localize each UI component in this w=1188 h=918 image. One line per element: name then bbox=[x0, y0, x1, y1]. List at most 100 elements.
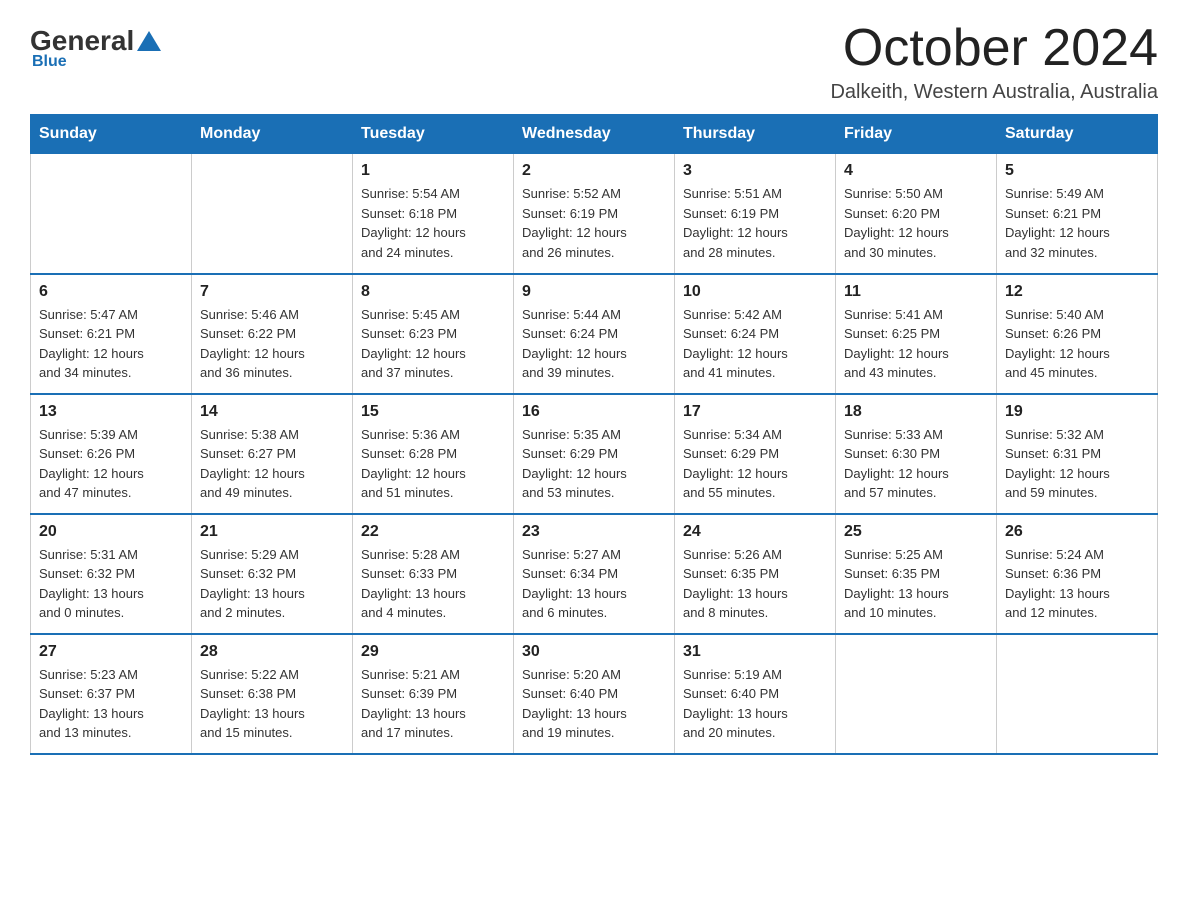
day-number: 21 bbox=[200, 523, 344, 541]
day-number: 28 bbox=[200, 643, 344, 661]
logo-triangle-icon bbox=[137, 31, 161, 51]
calendar-cell: 16Sunrise: 5:35 AMSunset: 6:29 PMDayligh… bbox=[514, 394, 675, 514]
day-info: Sunrise: 5:29 AMSunset: 6:32 PMDaylight:… bbox=[200, 545, 344, 623]
calendar-cell: 11Sunrise: 5:41 AMSunset: 6:25 PMDayligh… bbox=[836, 274, 997, 394]
logo-blue-text: Blue bbox=[32, 53, 67, 71]
calendar-cell: 10 Sunrise: 5:42 AMSunset: 6:24 PMDayligh… bbox=[675, 274, 836, 394]
day-info: Sunrise: 5:39 AMSunset: 6:26 PMDaylight:… bbox=[39, 425, 183, 503]
calendar-week-row: 13 Sunrise: 5:39 AMSunset: 6:26 PMDayligh… bbox=[31, 394, 1158, 514]
day-number: 13 bbox=[39, 403, 183, 421]
title-section: October 2024 Dalkeith, Western Australia… bbox=[830, 20, 1158, 104]
day-info: Sunrise: 5:21 AMSunset: 6:39 PMDaylight:… bbox=[361, 665, 505, 743]
day-info: Sunrise: 5:22 AMSunset: 6:38 PMDaylight:… bbox=[200, 665, 344, 743]
calendar-week-row: 27 Sunrise: 5:23 AMSunset: 6:37 PMDayligh… bbox=[31, 634, 1158, 754]
day-info: Sunrise: 5:50 AMSunset: 6:20 PMDaylight:… bbox=[844, 184, 988, 262]
day-number: 14 bbox=[200, 403, 344, 421]
day-number: 8 bbox=[361, 283, 505, 301]
calendar-cell: 5Sunrise: 5:49 AMSunset: 6:21 PMDaylight… bbox=[997, 154, 1158, 274]
day-number: 16 bbox=[522, 403, 666, 421]
day-number: 11 bbox=[844, 283, 988, 301]
calendar-cell: 6Sunrise: 5:47 AMSunset: 6:21 PMDaylight… bbox=[31, 274, 192, 394]
calendar-cell bbox=[997, 634, 1158, 754]
calendar-cell: 30 Sunrise: 5:20 AMSunset: 6:40 PMDayligh… bbox=[514, 634, 675, 754]
calendar-table: SundayMondayTuesdayWednesdayThursdayFrid… bbox=[30, 114, 1158, 755]
calendar-cell: 3 Sunrise: 5:51 AMSunset: 6:19 PMDaylight… bbox=[675, 154, 836, 274]
day-info: Sunrise: 5:49 AMSunset: 6:21 PMDaylight:… bbox=[1005, 184, 1149, 262]
day-of-week-header: Thursday bbox=[675, 115, 836, 154]
day-number: 1 bbox=[361, 162, 505, 180]
day-number: 22 bbox=[361, 523, 505, 541]
day-info: Sunrise: 5:42 AMSunset: 6:24 PMDaylight:… bbox=[683, 305, 827, 383]
calendar-cell: 4 Sunrise: 5:50 AMSunset: 6:20 PMDaylight… bbox=[836, 154, 997, 274]
calendar-cell: 8 Sunrise: 5:45 AMSunset: 6:23 PMDaylight… bbox=[353, 274, 514, 394]
day-number: 2 bbox=[522, 162, 666, 180]
day-number: 27 bbox=[39, 643, 183, 661]
day-number: 4 bbox=[844, 162, 988, 180]
day-info: Sunrise: 5:32 AMSunset: 6:31 PMDaylight:… bbox=[1005, 425, 1149, 503]
calendar-cell: 22 Sunrise: 5:28 AMSunset: 6:33 PMDayligh… bbox=[353, 514, 514, 634]
calendar-cell: 27 Sunrise: 5:23 AMSunset: 6:37 PMDayligh… bbox=[31, 634, 192, 754]
calendar-cell: 28 Sunrise: 5:22 AMSunset: 6:38 PMDayligh… bbox=[192, 634, 353, 754]
day-info: Sunrise: 5:28 AMSunset: 6:33 PMDaylight:… bbox=[361, 545, 505, 623]
calendar-cell: 12Sunrise: 5:40 AMSunset: 6:26 PMDayligh… bbox=[997, 274, 1158, 394]
day-number: 20 bbox=[39, 523, 183, 541]
calendar-cell: 2 Sunrise: 5:52 AMSunset: 6:19 PMDaylight… bbox=[514, 154, 675, 274]
day-number: 7 bbox=[200, 283, 344, 301]
day-number: 12 bbox=[1005, 283, 1149, 301]
calendar-week-row: 6Sunrise: 5:47 AMSunset: 6:21 PMDaylight… bbox=[31, 274, 1158, 394]
calendar-cell: 24 Sunrise: 5:26 AMSunset: 6:35 PMDayligh… bbox=[675, 514, 836, 634]
day-info: Sunrise: 5:19 AMSunset: 6:40 PMDaylight:… bbox=[683, 665, 827, 743]
day-info: Sunrise: 5:26 AMSunset: 6:35 PMDaylight:… bbox=[683, 545, 827, 623]
calendar-week-row: 1Sunrise: 5:54 AMSunset: 6:18 PMDaylight… bbox=[31, 154, 1158, 274]
day-info: Sunrise: 5:44 AMSunset: 6:24 PMDaylight:… bbox=[522, 305, 666, 383]
day-info: Sunrise: 5:25 AMSunset: 6:35 PMDaylight:… bbox=[844, 545, 988, 623]
calendar-cell: 17Sunrise: 5:34 AMSunset: 6:29 PMDayligh… bbox=[675, 394, 836, 514]
calendar-cell: 9 Sunrise: 5:44 AMSunset: 6:24 PMDaylight… bbox=[514, 274, 675, 394]
calendar-cell: 19 Sunrise: 5:32 AMSunset: 6:31 PMDayligh… bbox=[997, 394, 1158, 514]
day-number: 29 bbox=[361, 643, 505, 661]
calendar-cell: 31 Sunrise: 5:19 AMSunset: 6:40 PMDayligh… bbox=[675, 634, 836, 754]
day-info: Sunrise: 5:33 AMSunset: 6:30 PMDaylight:… bbox=[844, 425, 988, 503]
day-info: Sunrise: 5:20 AMSunset: 6:40 PMDaylight:… bbox=[522, 665, 666, 743]
calendar-cell bbox=[192, 154, 353, 274]
day-number: 9 bbox=[522, 283, 666, 301]
day-of-week-header: Friday bbox=[836, 115, 997, 154]
calendar-week-row: 20Sunrise: 5:31 AMSunset: 6:32 PMDayligh… bbox=[31, 514, 1158, 634]
day-number: 10 bbox=[683, 283, 827, 301]
month-title: October 2024 bbox=[830, 20, 1158, 77]
calendar-cell: 25 Sunrise: 5:25 AMSunset: 6:35 PMDayligh… bbox=[836, 514, 997, 634]
page-header: General Blue October 2024 Dalkeith, West… bbox=[30, 20, 1158, 104]
day-number: 25 bbox=[844, 523, 988, 541]
day-of-week-header: Wednesday bbox=[514, 115, 675, 154]
day-number: 19 bbox=[1005, 403, 1149, 421]
day-number: 3 bbox=[683, 162, 827, 180]
calendar-cell: 26 Sunrise: 5:24 AMSunset: 6:36 PMDayligh… bbox=[997, 514, 1158, 634]
calendar-cell: 14 Sunrise: 5:38 AMSunset: 6:27 PMDayligh… bbox=[192, 394, 353, 514]
day-info: Sunrise: 5:51 AMSunset: 6:19 PMDaylight:… bbox=[683, 184, 827, 262]
calendar-cell: 21 Sunrise: 5:29 AMSunset: 6:32 PMDayligh… bbox=[192, 514, 353, 634]
day-info: Sunrise: 5:47 AMSunset: 6:21 PMDaylight:… bbox=[39, 305, 183, 383]
day-number: 23 bbox=[522, 523, 666, 541]
day-info: Sunrise: 5:46 AMSunset: 6:22 PMDaylight:… bbox=[200, 305, 344, 383]
day-number: 31 bbox=[683, 643, 827, 661]
day-info: Sunrise: 5:24 AMSunset: 6:36 PMDaylight:… bbox=[1005, 545, 1149, 623]
calendar-cell: 13 Sunrise: 5:39 AMSunset: 6:26 PMDayligh… bbox=[31, 394, 192, 514]
calendar-cell: 7 Sunrise: 5:46 AMSunset: 6:22 PMDaylight… bbox=[192, 274, 353, 394]
day-info: Sunrise: 5:38 AMSunset: 6:27 PMDaylight:… bbox=[200, 425, 344, 503]
day-info: Sunrise: 5:23 AMSunset: 6:37 PMDaylight:… bbox=[39, 665, 183, 743]
logo: General Blue bbox=[30, 20, 164, 71]
day-number: 30 bbox=[522, 643, 666, 661]
calendar-cell: 20Sunrise: 5:31 AMSunset: 6:32 PMDayligh… bbox=[31, 514, 192, 634]
calendar-cell: 23Sunrise: 5:27 AMSunset: 6:34 PMDayligh… bbox=[514, 514, 675, 634]
day-info: Sunrise: 5:52 AMSunset: 6:19 PMDaylight:… bbox=[522, 184, 666, 262]
calendar-cell: 29 Sunrise: 5:21 AMSunset: 6:39 PMDayligh… bbox=[353, 634, 514, 754]
day-number: 15 bbox=[361, 403, 505, 421]
day-info: Sunrise: 5:45 AMSunset: 6:23 PMDaylight:… bbox=[361, 305, 505, 383]
day-number: 24 bbox=[683, 523, 827, 541]
calendar-cell bbox=[31, 154, 192, 274]
day-of-week-header: Tuesday bbox=[353, 115, 514, 154]
day-number: 26 bbox=[1005, 523, 1149, 541]
calendar-cell: 18Sunrise: 5:33 AMSunset: 6:30 PMDayligh… bbox=[836, 394, 997, 514]
calendar-cell: 1Sunrise: 5:54 AMSunset: 6:18 PMDaylight… bbox=[353, 154, 514, 274]
day-info: Sunrise: 5:36 AMSunset: 6:28 PMDaylight:… bbox=[361, 425, 505, 503]
